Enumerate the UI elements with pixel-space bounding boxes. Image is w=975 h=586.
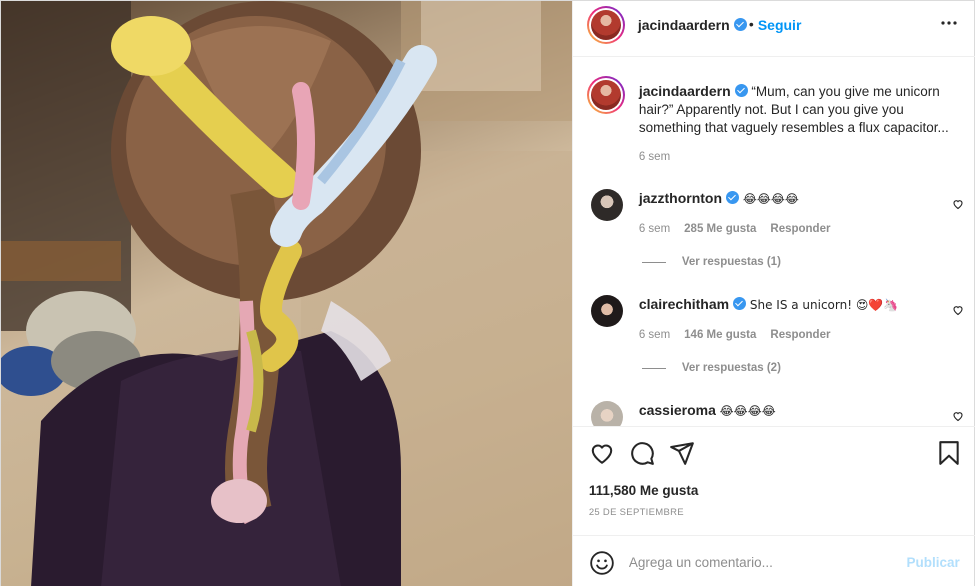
comment-body: 😂😂😂😂 xyxy=(719,404,776,418)
post-photo[interactable] xyxy=(1,1,572,586)
comment-item: jazzthornton 😂😂😂😂 6 sem 285 Me gusta Res… xyxy=(573,186,975,286)
emoji-icon[interactable] xyxy=(589,550,615,576)
verified-badge-icon xyxy=(733,18,747,31)
view-replies-button[interactable]: Ver respuestas (2) xyxy=(641,362,781,374)
comment-icon[interactable] xyxy=(629,440,655,466)
caption-username[interactable]: jacindaardern xyxy=(639,83,748,99)
comment-likes[interactable]: 146 Me gusta xyxy=(684,329,756,341)
view-replies-label: Ver respuestas (2) xyxy=(681,362,781,374)
action-bar xyxy=(572,426,975,476)
comment-username[interactable]: jazzthornton xyxy=(639,190,740,206)
more-options-icon[interactable] xyxy=(940,12,958,38)
comment-text-block: clairechitham She IS a unicorn! 😍❤️🦄 xyxy=(639,296,898,312)
post-header: jacindaardern • Seguir xyxy=(572,1,975,57)
verified-badge-icon xyxy=(726,191,740,204)
verified-badge-icon xyxy=(733,297,747,310)
caption-author-avatar[interactable] xyxy=(586,76,625,114)
comment-body: 😂😂😂😂 xyxy=(742,192,799,206)
commenter-avatar[interactable] xyxy=(590,401,623,426)
reply-button[interactable]: Responder xyxy=(770,223,830,235)
header-separator: • xyxy=(748,16,754,32)
replies-divider xyxy=(641,261,666,263)
post-side-panel: jacindaardern • Seguir jacindaardern “Mu… xyxy=(571,1,975,586)
comment-meta: 6 sem 285 Me gusta Responder xyxy=(639,223,831,235)
comment-time[interactable]: 6 sem xyxy=(639,329,670,341)
caption-text-block: jacindaardern “Mum, can you give me unic… xyxy=(639,82,961,137)
publish-button[interactable]: Publicar xyxy=(907,555,960,570)
comment-time[interactable]: 6 sem xyxy=(639,223,670,235)
comment-meta: 6 sem 146 Me gusta Responder xyxy=(639,329,831,341)
photo-illustration xyxy=(1,1,572,586)
comment-text-block: jazzthornton 😂😂😂😂 xyxy=(639,190,799,206)
comment-input[interactable] xyxy=(628,552,899,572)
comment-username[interactable]: cassieroma xyxy=(639,402,716,418)
commenter-avatar[interactable] xyxy=(590,295,623,327)
bookmark-icon[interactable] xyxy=(936,440,962,466)
follow-button[interactable]: Seguir xyxy=(758,17,802,33)
verified-badge-icon xyxy=(734,84,748,97)
comments-list[interactable]: jacindaardern “Mum, can you give me unic… xyxy=(573,58,975,426)
share-icon[interactable] xyxy=(669,440,695,466)
add-comment-bar: Publicar xyxy=(572,535,975,586)
view-replies-button[interactable]: Ver respuestas (1) xyxy=(641,256,781,268)
comment-body: She IS a unicorn! 😍❤️🦄 xyxy=(749,298,899,312)
likes-count[interactable]: 111,580 Me gusta xyxy=(589,483,699,498)
replies-divider xyxy=(641,367,666,369)
view-replies-label: Ver respuestas (1) xyxy=(681,256,781,268)
heart-icon[interactable] xyxy=(589,440,615,466)
author-username[interactable]: jacindaardern xyxy=(638,17,747,33)
caption-timestamp[interactable]: 6 sem xyxy=(639,151,670,163)
comment-text-block: cassieroma 😂😂😂😂 xyxy=(639,402,776,418)
reply-button[interactable]: Responder xyxy=(770,329,830,341)
comment-heart-icon[interactable] xyxy=(952,304,964,316)
comment-heart-icon[interactable] xyxy=(952,198,964,210)
comment-item: clairechitham She IS a unicorn! 😍❤️🦄 6 s… xyxy=(573,292,975,392)
author-avatar[interactable] xyxy=(586,6,625,44)
comment-username[interactable]: clairechitham xyxy=(639,296,747,312)
commenter-avatar[interactable] xyxy=(590,189,623,221)
comment-heart-icon[interactable] xyxy=(952,410,964,422)
comment-likes[interactable]: 285 Me gusta xyxy=(684,223,756,235)
comment-item: cassieroma 😂😂😂😂 xyxy=(573,398,975,426)
post-date[interactable]: 25 DE SEPTIEMBRE xyxy=(589,507,684,518)
instagram-post: jacindaardern • Seguir jacindaardern “Mu… xyxy=(0,0,975,586)
